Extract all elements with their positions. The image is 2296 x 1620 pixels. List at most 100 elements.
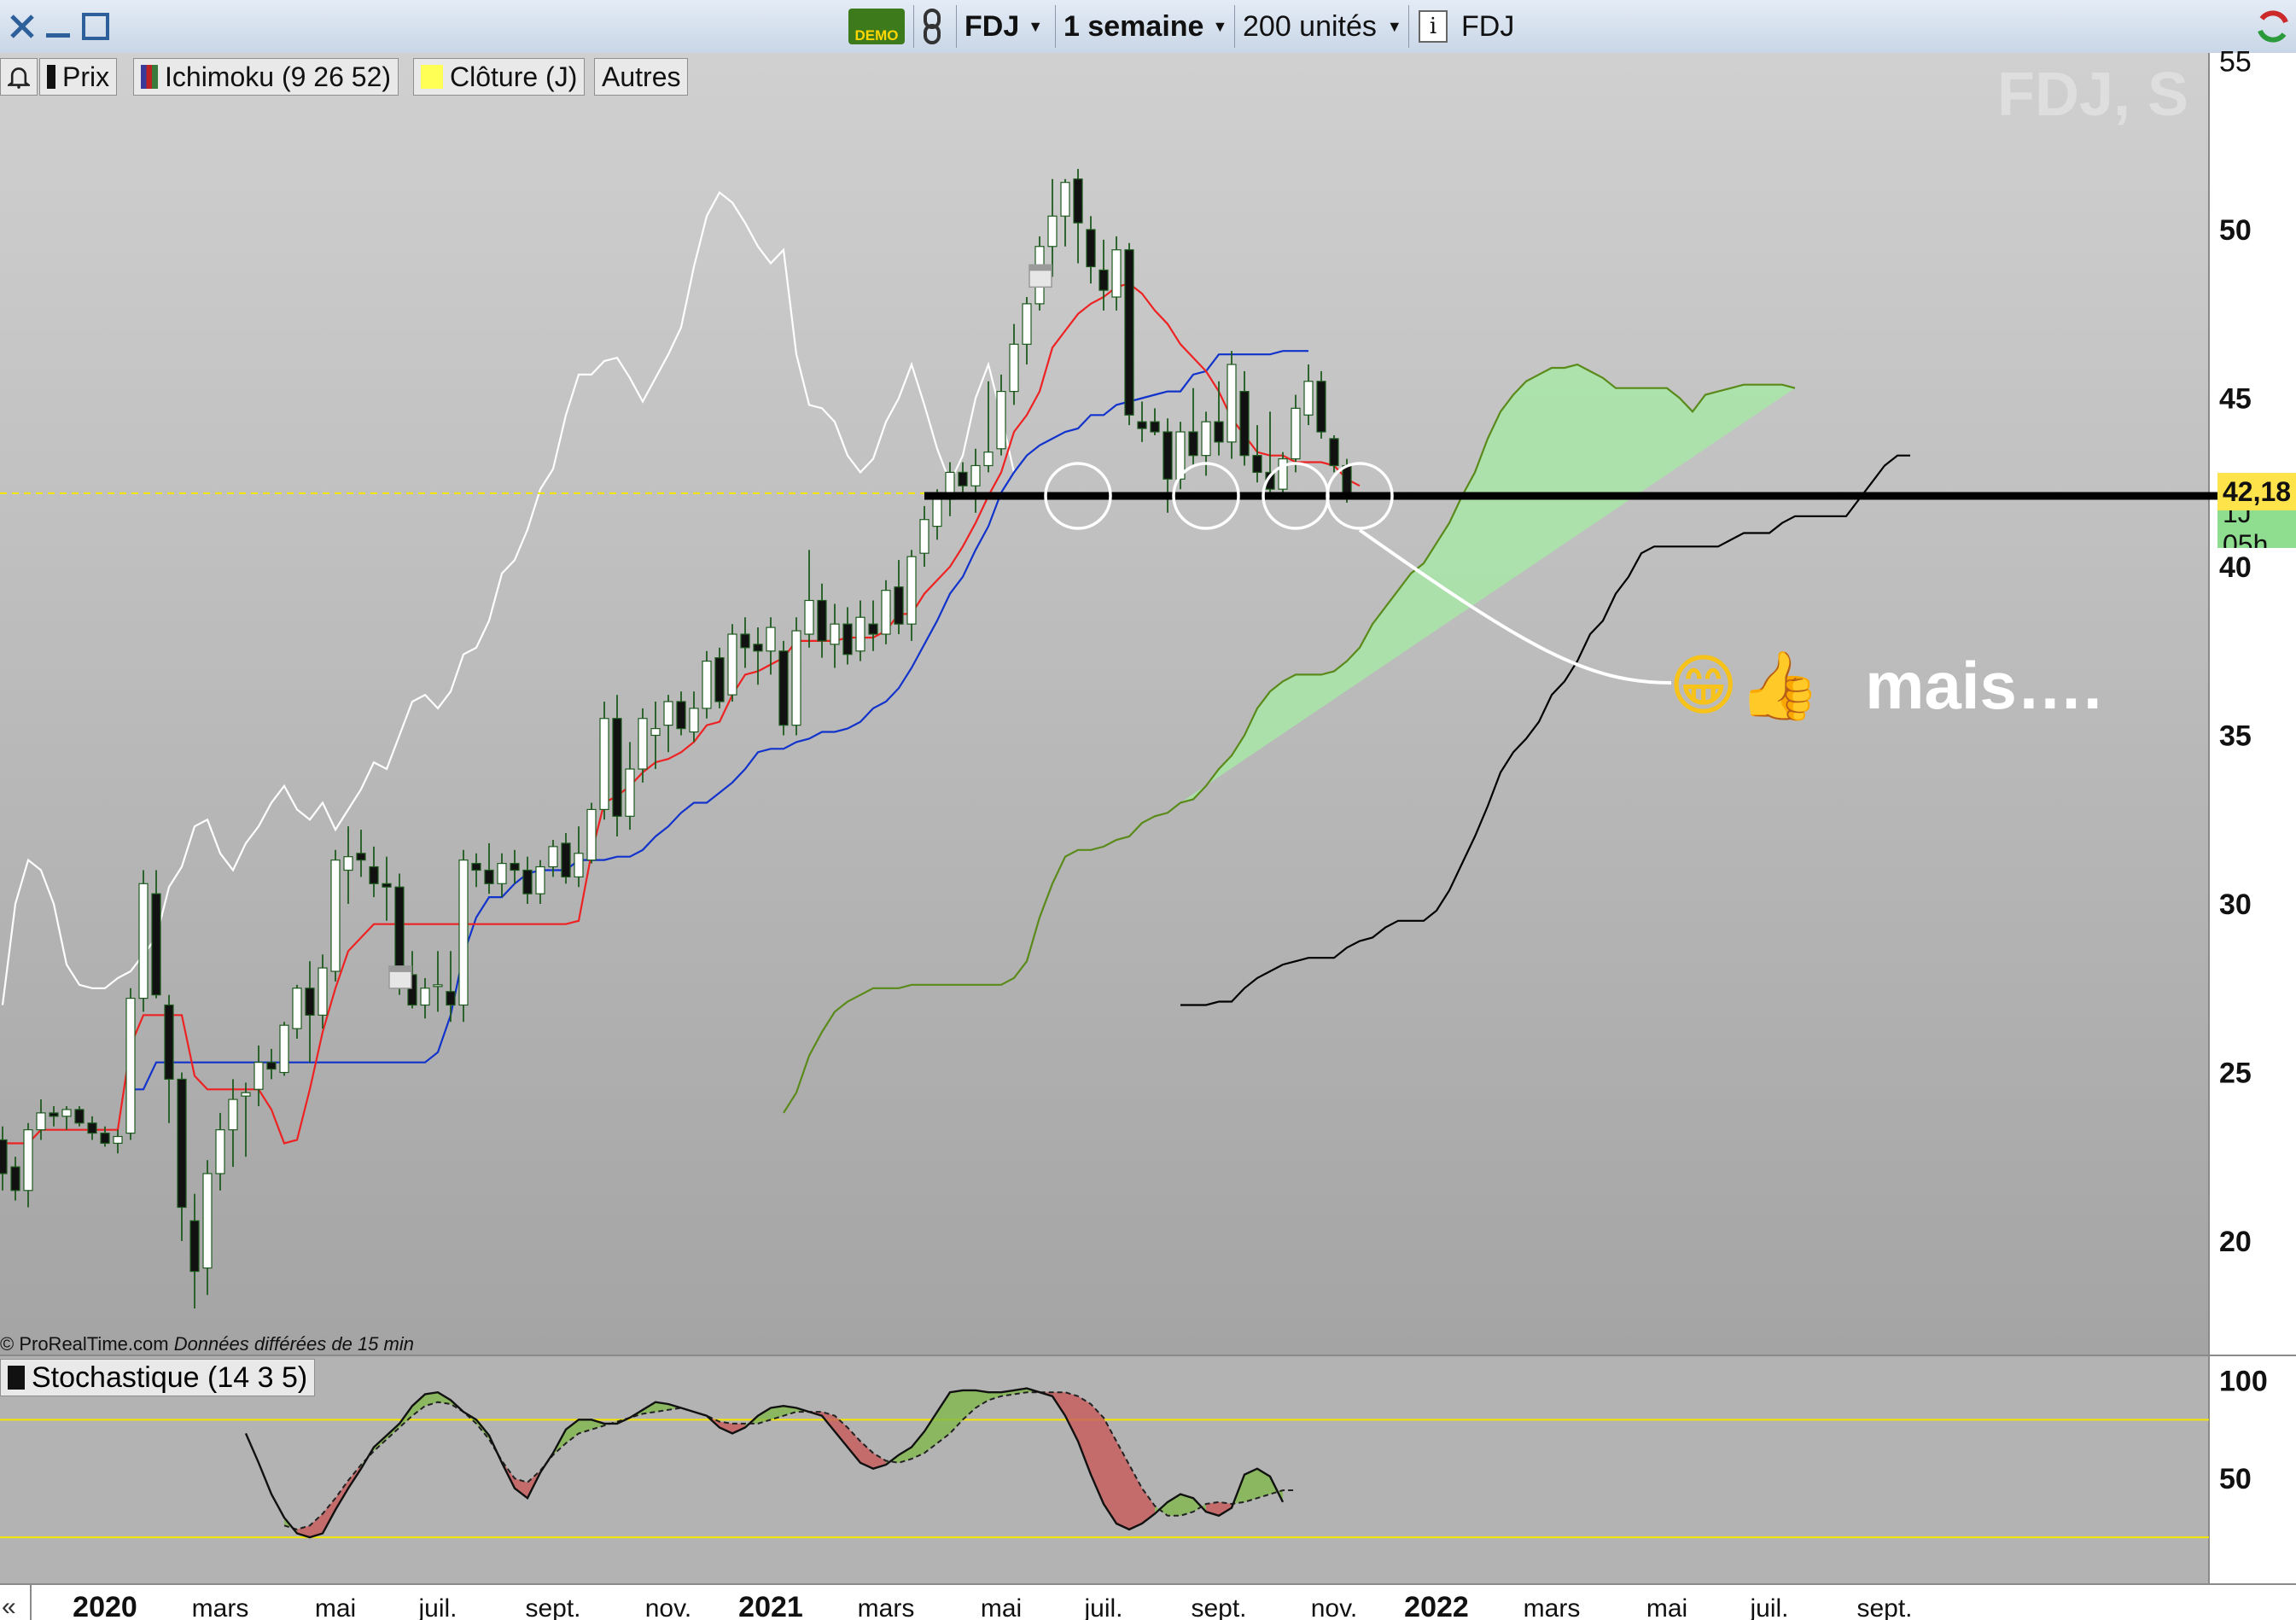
candle-body-down [510, 862, 520, 871]
legend-cloture[interactable]: Clôture (J) [413, 58, 586, 96]
candle-body-up [1009, 343, 1019, 393]
legend-swatch [47, 65, 55, 89]
candle-body-down [753, 644, 763, 652]
candle-body-up [574, 853, 584, 877]
candle [330, 849, 341, 982]
candle-body-down [1214, 421, 1224, 443]
time-axis-tick: mai [1646, 1594, 1687, 1620]
stoch-axis-tick: 100 [2219, 1365, 2268, 1397]
candle-body-down [484, 869, 494, 884]
candle-body-down [305, 988, 315, 1016]
candle-body-up [420, 988, 430, 1006]
candle-body-down [164, 1004, 174, 1081]
calendar-header [1029, 265, 1052, 271]
legend-ichimoku[interactable]: Ichimoku (9 26 52) [133, 58, 399, 96]
candle-body-up [497, 862, 507, 884]
candle [791, 617, 801, 736]
candle-body-down [382, 883, 392, 888]
candle-body-up [61, 1109, 72, 1117]
candle-body-up [292, 988, 302, 1029]
time-axis-tick: sept. [1856, 1594, 1912, 1620]
candle-body-up [241, 1092, 251, 1097]
candle-body-down [522, 869, 533, 894]
candle-body-down [778, 650, 789, 726]
time-axis-tick: 2021 [738, 1591, 803, 1620]
legend-prix[interactable]: Prix [39, 58, 118, 96]
candle [727, 624, 737, 702]
legend-autres[interactable]: Autres [594, 58, 689, 96]
candle-body-up [625, 768, 635, 817]
candle-body-down [74, 1109, 84, 1124]
candle-body-down [177, 1078, 187, 1209]
candle [778, 640, 789, 736]
candle-body-up [138, 883, 149, 999]
alert-bell-button[interactable] [0, 58, 38, 96]
candle-body-down [0, 1139, 8, 1174]
candle-body-up [830, 623, 840, 645]
candle-body-down [1252, 455, 1262, 474]
chart-area[interactable]: « 20 25 30 35 40 45 50 55 50 100 2020 mars mai juil. s… [0, 0, 2296, 1620]
candle-body-down [1342, 464, 1352, 494]
candle-body-up [804, 599, 814, 635]
bell-icon [8, 67, 30, 89]
candle-body-up [983, 452, 994, 467]
candle-body-up [343, 856, 353, 871]
candle-body-up [586, 808, 597, 861]
price-axis-tick: 25 [2219, 1058, 2252, 1090]
candle-body-down [1137, 421, 1147, 429]
candle-body-down [356, 853, 366, 861]
candle-body-down [676, 701, 686, 730]
candle-body-up [125, 997, 136, 1134]
legend-label: Ichimoku (9 26 52) [165, 61, 392, 92]
time-axis-tick: nov. [1311, 1594, 1357, 1620]
emoji-grin-thumbs-up: 😁👍 [1669, 648, 1821, 725]
calendar-icon [1029, 264, 1052, 288]
candle-body-up [791, 630, 801, 726]
calendar-icon [388, 965, 412, 989]
candle-body-down [49, 1112, 59, 1117]
candle [881, 580, 891, 644]
data-credit: © ProRealTime.com Données différées de 1… [0, 1333, 414, 1355]
annotation: 😁👍 mais…. [1669, 647, 2102, 726]
candle-body-up [1291, 407, 1301, 460]
candle-body-up [1278, 457, 1288, 490]
scroll-left-icon[interactable]: « [2, 1593, 16, 1620]
candle-body-up [215, 1129, 225, 1174]
candle-body-up [318, 967, 328, 1016]
candle-body-up [638, 718, 648, 770]
candle-body-down [868, 623, 878, 635]
candle-body-up [1227, 364, 1237, 443]
candle-body-up [253, 1062, 264, 1090]
price-axis-tick: 50 [2219, 214, 2252, 247]
candle-body-up [650, 727, 661, 737]
candle-body-down [446, 991, 456, 1006]
time-axis-tick: mars [858, 1594, 915, 1620]
candle-body-up [330, 860, 341, 972]
time-axis-tick: sept. [525, 1594, 580, 1620]
candle-body-up [1060, 182, 1070, 217]
candle [74, 1106, 84, 1127]
candle-body-down [612, 718, 622, 817]
candle-body-up [996, 391, 1006, 450]
stoch-label: Stochastique (14 3 5) [32, 1361, 308, 1394]
candle-body-down [369, 865, 379, 884]
candle [702, 650, 712, 719]
candle [1316, 370, 1326, 439]
candle-body-up [919, 519, 929, 554]
candle-body-down [1098, 269, 1109, 291]
candle [586, 802, 597, 864]
candle-body-up [23, 1129, 33, 1192]
candle-body-down [1073, 178, 1083, 224]
candle-body-down [1316, 381, 1326, 433]
time-remaining-tag: 1J 05h [2217, 510, 2296, 548]
candle-body-up [1303, 381, 1314, 416]
legend-label: Autres [602, 61, 681, 92]
candle-body-up [1201, 421, 1211, 457]
candle-body-up [279, 1024, 289, 1074]
candle-body-up [970, 464, 981, 487]
legend-swatch [141, 65, 158, 89]
stoch-legend[interactable]: Stochastique (14 3 5) [0, 1359, 316, 1396]
candle-body-down [87, 1122, 97, 1134]
time-axis-tick: 2022 [1404, 1591, 1469, 1620]
candle-body-up [932, 498, 942, 527]
